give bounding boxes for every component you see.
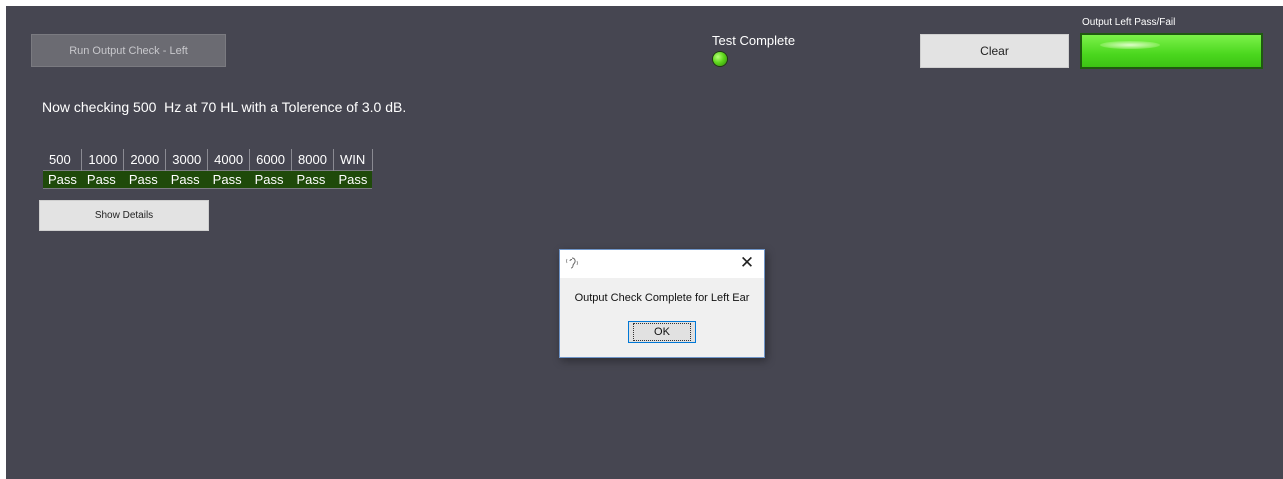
result-cell-3000: Pass (165, 170, 208, 189)
show-details-label: Show Details (94, 210, 154, 221)
run-output-check-button[interactable]: Run Output Check - Left (31, 34, 226, 67)
dialog-ok-label: OK (633, 323, 691, 341)
result-cell-4000: Pass (207, 170, 250, 189)
result-cell-win: Pass (333, 170, 373, 189)
hearing-aid-icon (566, 257, 578, 269)
message-dialog: ✕ Output Check Complete for Left Ear OK (559, 249, 765, 358)
dialog-titlebar[interactable]: ✕ (560, 250, 764, 278)
results-header-2000: 2000 (123, 149, 167, 171)
results-header-row: 500 1000 2000 3000 4000 6000 8000 WIN (43, 149, 373, 171)
dialog-ok-button[interactable]: OK (628, 321, 696, 343)
run-output-check-label: Run Output Check - Left (69, 44, 188, 57)
status-message: Now checking 500 Hz at 70 HL with a Tole… (42, 99, 407, 115)
results-header-1000: 1000 (81, 149, 125, 171)
results-table: 500 1000 2000 3000 4000 6000 8000 WIN Pa… (43, 149, 373, 189)
results-header-500: 500 (43, 149, 83, 171)
results-value-row: Pass Pass Pass Pass Pass Pass Pass Pass (43, 170, 373, 189)
dialog-message: Output Check Complete for Left Ear (574, 292, 750, 304)
results-header-8000: 8000 (291, 149, 334, 171)
clear-button[interactable]: Clear (920, 34, 1069, 68)
results-header-3000: 3000 (165, 149, 209, 171)
clear-button-label: Clear (980, 44, 1009, 58)
app-window: Run Output Check - Left Test Complete Cl… (6, 6, 1283, 479)
test-status-led-icon (713, 52, 727, 66)
result-cell-8000: Pass (291, 170, 334, 189)
pass-fail-label: Output Left Pass/Fail (1082, 17, 1176, 28)
dialog-close-icon[interactable]: ✕ (738, 254, 756, 272)
results-header-win: WIN (333, 149, 373, 171)
result-cell-1000: Pass (81, 170, 124, 189)
test-status-label: Test Complete (712, 33, 796, 48)
result-cell-2000: Pass (123, 170, 166, 189)
show-details-button[interactable]: Show Details (39, 200, 209, 231)
results-header-6000: 6000 (249, 149, 293, 171)
results-header-4000: 4000 (207, 149, 251, 171)
pass-fail-indicator (1080, 33, 1263, 69)
result-cell-6000: Pass (249, 170, 292, 189)
result-cell-500: Pass (43, 170, 82, 189)
